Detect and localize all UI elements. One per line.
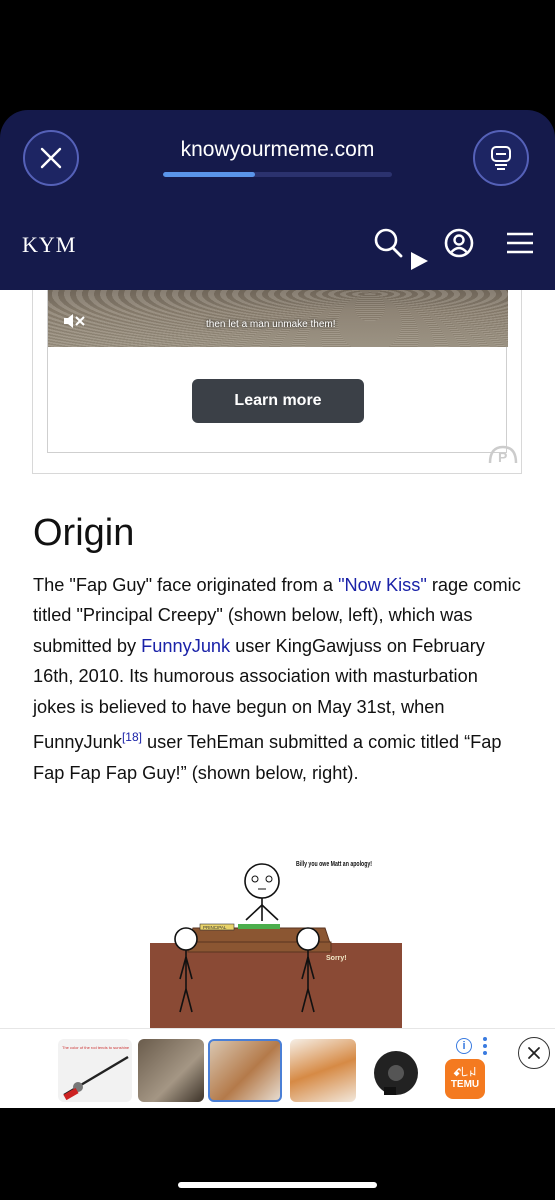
search-icon	[374, 228, 403, 258]
site-logo[interactable]: KYM	[22, 232, 76, 258]
close-icon	[40, 147, 62, 169]
cursor-arrow	[408, 250, 430, 272]
ad-info-icon[interactable]: i	[456, 1038, 472, 1054]
adchoices-icon[interactable]: P	[488, 443, 518, 470]
page-load-progress-fill	[163, 172, 255, 177]
ad-more-icon[interactable]	[482, 1037, 488, 1055]
funnyjunk-link[interactable]: FunnyJunk	[141, 636, 230, 656]
ad-product-fishing-rod[interactable]: The color of the rod tends to sunshine	[58, 1039, 132, 1102]
video-ad-container: then let a man unmake them! Learn more P	[32, 290, 522, 474]
comic-speech: Billy you owe Matt an apology!	[296, 861, 372, 868]
ad-product-pet-photo[interactable]	[138, 1039, 204, 1102]
now-kiss-link[interactable]: "Now Kiss"	[338, 575, 427, 595]
temu-logo-glyph: ꗃ꒒ꈤ	[453, 1068, 477, 1079]
video-ad[interactable]: then let a man unmake them! Learn more	[47, 290, 508, 453]
muted-speaker-icon	[64, 314, 85, 328]
ad-product-dog-plush[interactable]	[208, 1039, 282, 1102]
mute-button[interactable]	[62, 311, 86, 336]
search-button[interactable]	[374, 227, 404, 259]
page-content[interactable]: then let a man unmake them! Learn more P…	[0, 290, 555, 1028]
ad-product-cat-harness[interactable]	[290, 1039, 356, 1102]
reference-link[interactable]: [18]	[122, 730, 142, 744]
close-tab-button[interactable]	[23, 130, 79, 186]
play-arrow-icon	[411, 252, 428, 270]
ad-product-leash[interactable]	[358, 1039, 434, 1102]
article-paragraph: The "Fap Guy" face originated from a "No…	[33, 570, 523, 788]
learn-more-button[interactable]: Learn more	[192, 379, 364, 423]
address-bar-url[interactable]: knowyourmeme.com	[120, 138, 435, 162]
user-icon	[444, 228, 474, 258]
ad-video[interactable]: then let a man unmake them!	[48, 290, 508, 347]
close-icon	[528, 1047, 540, 1059]
temu-logo[interactable]: ꗃ꒒ꈤ TEMU	[445, 1059, 485, 1099]
section-heading: Origin	[33, 512, 135, 554]
reader-mode-button[interactable]	[473, 130, 529, 186]
browser-toolbar: knowyourmeme.com KYM	[0, 110, 555, 290]
comic-nameplate: PRINCIPAL	[203, 925, 227, 930]
ad-thumb-caption: The color of the rod tends to sunshine	[62, 1045, 130, 1050]
reader-icon	[491, 146, 511, 170]
temu-logo-text: TEMU	[450, 1079, 480, 1090]
site-header: KYM	[0, 210, 555, 290]
home-indicator[interactable]	[178, 1182, 377, 1188]
comic-reply: Sorry!	[326, 955, 347, 962]
account-button[interactable]	[444, 228, 474, 258]
menu-button[interactable]	[506, 232, 534, 254]
article-text-1: The "Fap Guy" face originated from a	[33, 575, 339, 595]
hamburger-menu-icon	[507, 232, 533, 254]
page-load-progress	[163, 172, 392, 177]
close-ad-button[interactable]	[518, 1037, 550, 1069]
svg-text:P: P	[498, 449, 507, 465]
video-caption: then let a man unmake them!	[206, 319, 336, 330]
bottom-banner-ad[interactable]: The color of the rod tends to sunshine i…	[0, 1028, 555, 1108]
comic-image[interactable]: PRINCIPAL Billy you owe Matt an apology!…	[150, 857, 405, 1028]
